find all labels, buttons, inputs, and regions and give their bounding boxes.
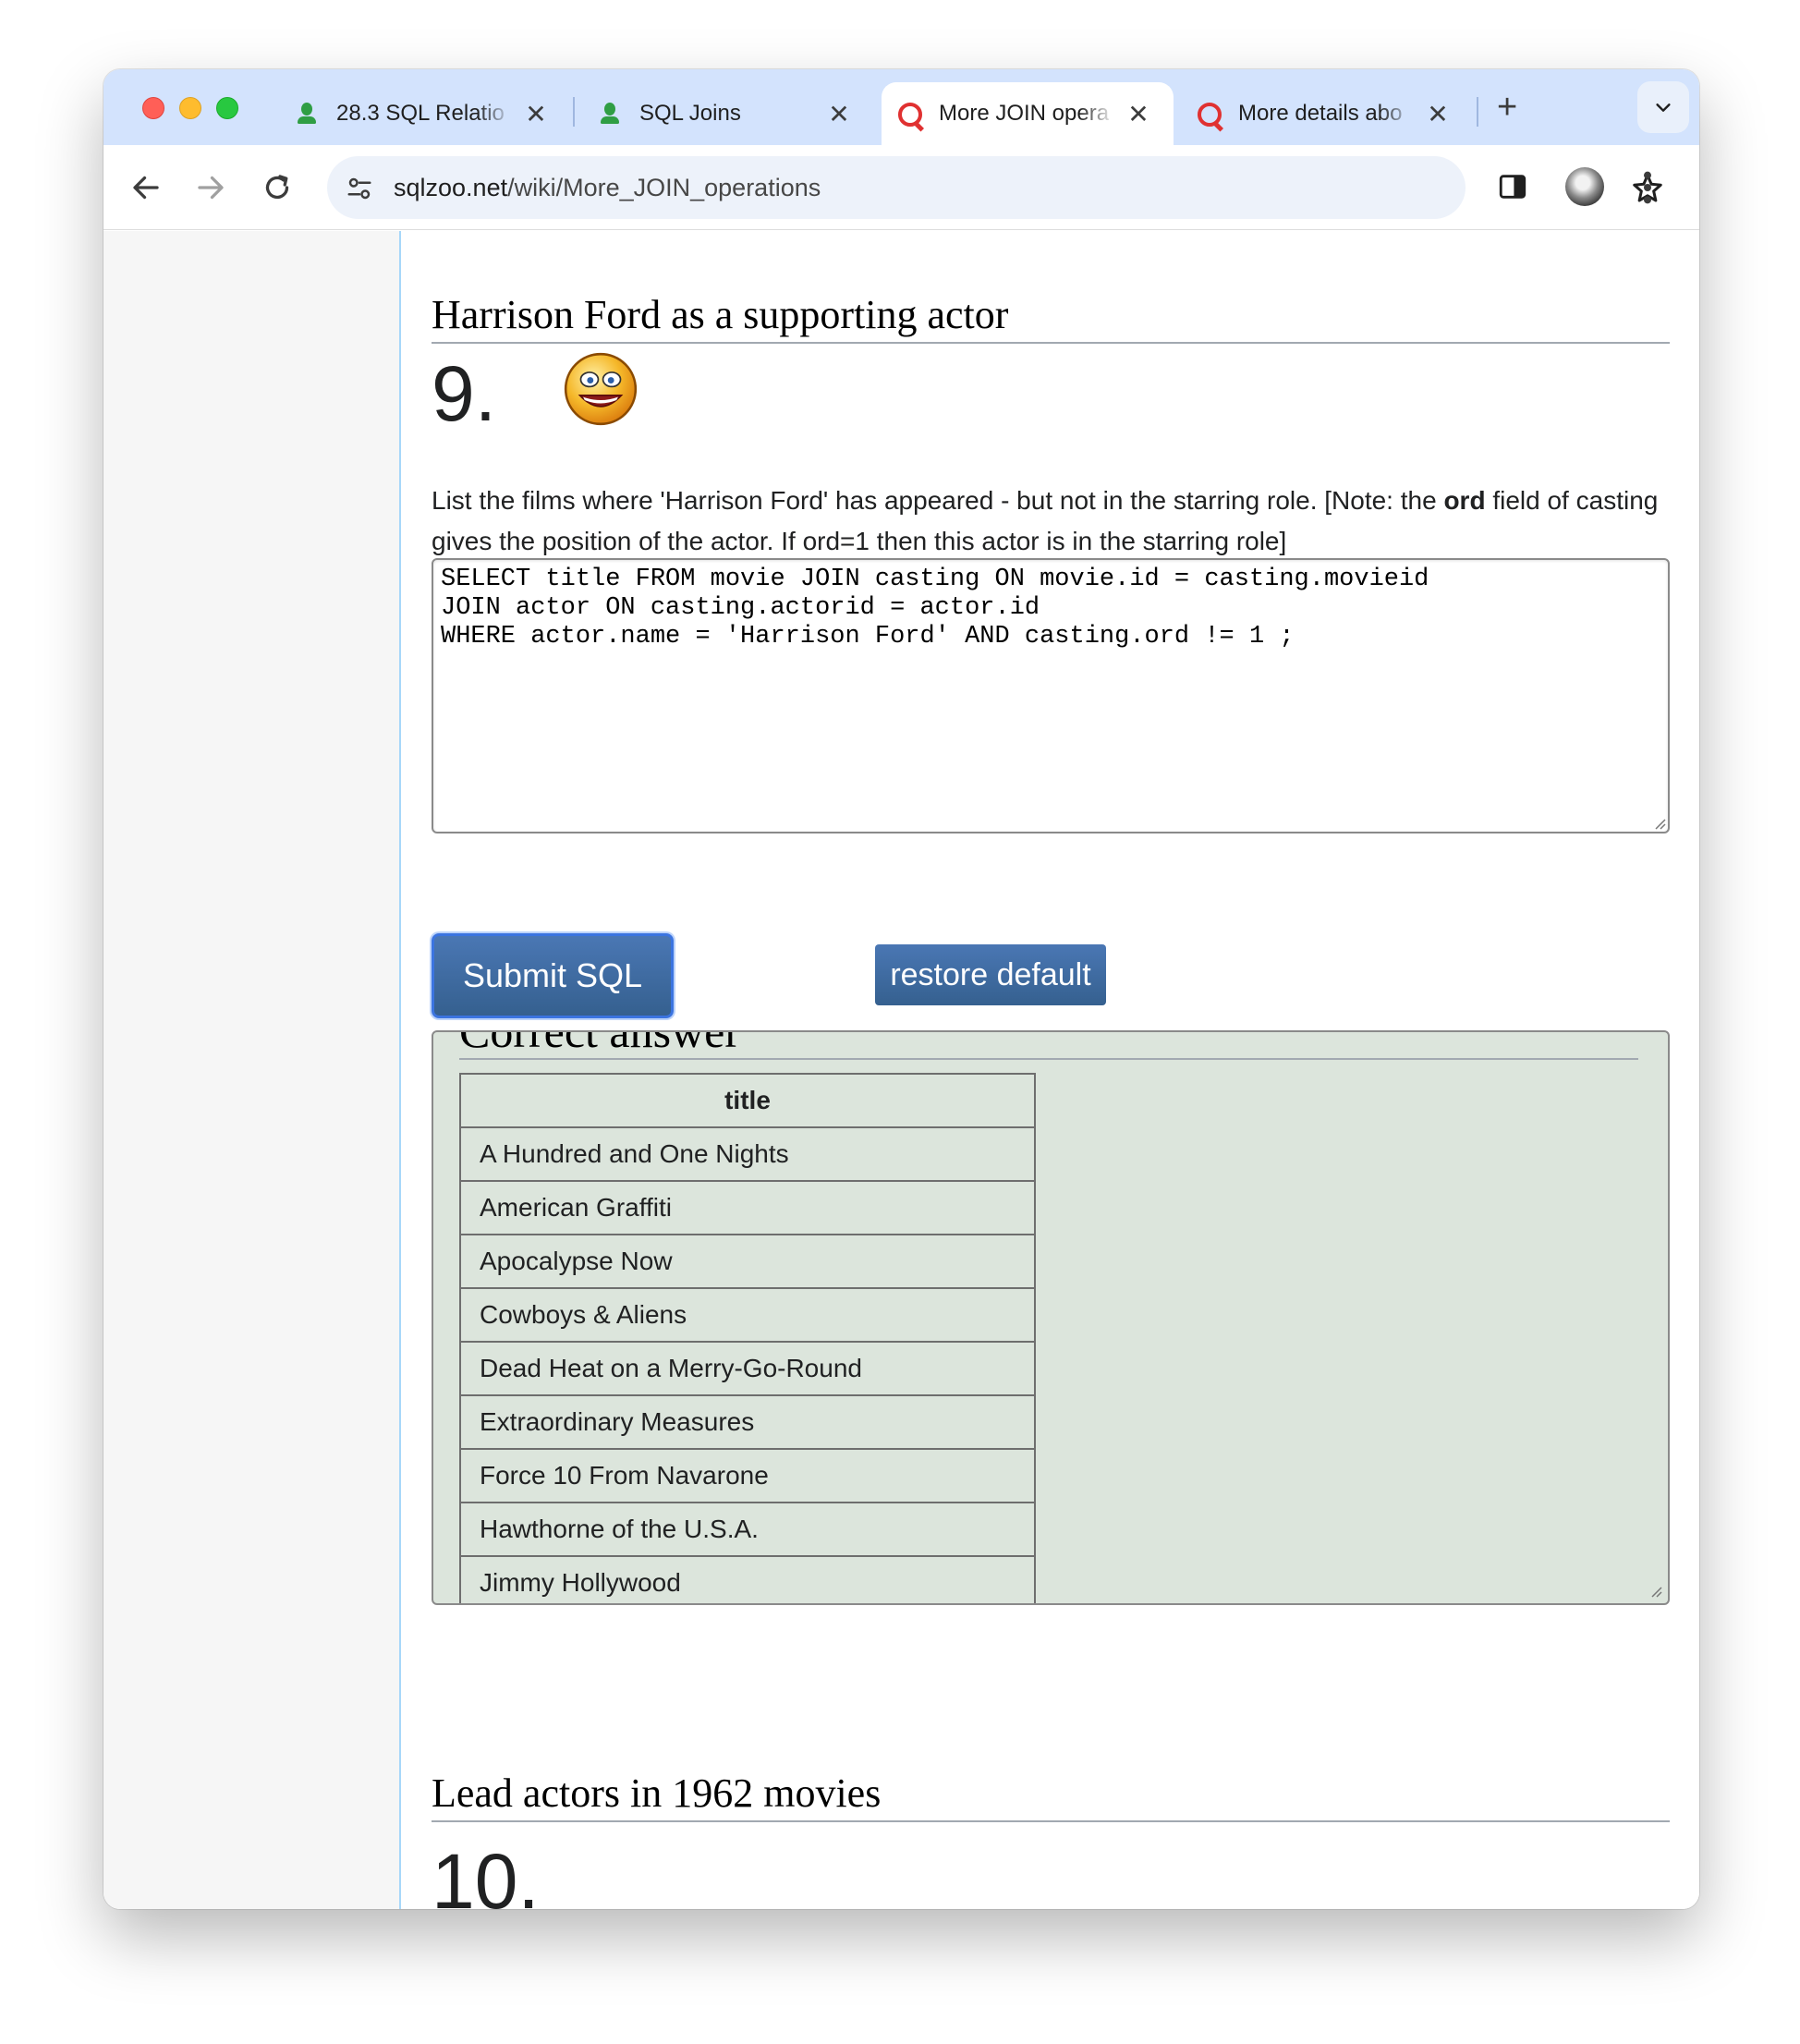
answer-panel[interactable]: Correct answer title A Hundred and One N… — [432, 1030, 1670, 1605]
tab-title: SQL Joins — [639, 101, 741, 126]
table-cell: A Hundred and One Nights — [459, 1126, 1036, 1182]
answer-title: Correct answer — [459, 1032, 1638, 1060]
table-row: Dead Heat on a Merry-Go-Round — [459, 1341, 1036, 1396]
url-path: /wiki/More_JOIN_operations — [507, 174, 821, 201]
red-magnifier-icon — [1198, 102, 1222, 127]
forward-arrow-icon[interactable] — [194, 171, 227, 204]
table-cell: American Graffiti — [459, 1180, 1036, 1235]
table-header-row: title — [459, 1073, 1036, 1128]
url-host: sqlzoo.net — [394, 174, 508, 201]
minimize-window-button[interactable] — [179, 97, 201, 119]
close-icon[interactable]: ✕ — [826, 99, 852, 129]
table-row: Apocalypse Now — [459, 1234, 1036, 1289]
table-row: Jimmy Hollywood — [459, 1555, 1036, 1603]
table-row: Force 10 From Navarone — [459, 1448, 1036, 1503]
table-cell: Extraordinary Measures — [459, 1394, 1036, 1450]
tab-28-3-sql-relations[interactable]: 28.3 SQL Relatio ✕ — [277, 82, 571, 145]
sql-editor[interactable]: SELECT title FROM movie JOIN casting ON … — [432, 558, 1670, 833]
side-panel-icon[interactable] — [1497, 171, 1528, 202]
profile-avatar[interactable] — [1565, 167, 1604, 206]
tab-separator — [1477, 97, 1478, 127]
table-cell: Force 10 From Navarone — [459, 1448, 1036, 1503]
close-icon[interactable]: ✕ — [523, 99, 549, 129]
close-icon[interactable]: ✕ — [1425, 99, 1451, 129]
table-row: A Hundred and One Nights — [459, 1126, 1036, 1182]
page-viewport: Harrison Ford as a supporting actor 9. L… — [103, 231, 1699, 1909]
back-arrow-icon[interactable] — [129, 171, 163, 204]
browser-window: 28.3 SQL Relatio ✕ SQL Joins ✕ More JOIN… — [103, 69, 1699, 1909]
close-window-button[interactable] — [142, 97, 164, 119]
reload-icon[interactable] — [261, 171, 294, 204]
more-menu-icon[interactable] — [1643, 169, 1652, 206]
tab-title: More JOIN opera — [939, 101, 1110, 126]
url-text[interactable]: sqlzoo.net/wiki/More_JOIN_operations — [394, 174, 821, 202]
table-row: Hawthorne of the U.S.A. — [459, 1502, 1036, 1557]
tab-more-join-operations[interactable]: More JOIN opera ✕ — [882, 82, 1174, 145]
tab-sql-joins[interactable]: SQL Joins ✕ — [580, 82, 874, 145]
submit-sql-button[interactable]: Submit SQL — [432, 933, 674, 1018]
question-10-number: 10. — [432, 1838, 540, 1909]
question-text-bold: ord — [1443, 486, 1486, 515]
red-magnifier-icon — [898, 102, 922, 127]
smiley-face-icon — [564, 352, 638, 426]
table-cell: Cowboys & Aliens — [459, 1287, 1036, 1343]
result-table: title A Hundred and One Nights American … — [459, 1073, 1036, 1603]
resize-grip-icon[interactable] — [1648, 1583, 1662, 1598]
tab-strip: 28.3 SQL Relatio ✕ SQL Joins ✕ More JOIN… — [103, 69, 1699, 145]
new-tab-button[interactable]: + — [1497, 88, 1517, 128]
address-bar[interactable]: sqlzoo.net/wiki/More_JOIN_operations — [327, 156, 1662, 219]
table-cell: Apocalypse Now — [459, 1234, 1036, 1289]
tab-more-details[interactable]: More details abo ✕ — [1181, 82, 1475, 145]
question-number: 9. — [432, 350, 497, 437]
table-cell: Jimmy Hollywood — [459, 1555, 1036, 1603]
table-row: American Graffiti — [459, 1180, 1036, 1235]
site-settings-icon[interactable] — [346, 175, 373, 202]
column-header-title: title — [459, 1073, 1036, 1128]
tab-separator — [573, 97, 575, 127]
green-person-icon — [597, 101, 623, 127]
table-cell: Hawthorne of the U.S.A. — [459, 1502, 1036, 1557]
tab-search-button[interactable] — [1637, 81, 1689, 133]
zoom-window-button[interactable] — [216, 97, 238, 119]
table-row: Cowboys & Aliens — [459, 1287, 1036, 1343]
left-sidebar — [103, 231, 401, 1909]
tab-title: 28.3 SQL Relatio — [336, 101, 505, 126]
green-person-icon — [294, 101, 320, 127]
section-heading-10: Lead actors in 1962 movies — [432, 1770, 1670, 1822]
table-cell: Dead Heat on a Merry-Go-Round — [459, 1341, 1036, 1396]
section-heading-9: Harrison Ford as a supporting actor — [432, 292, 1670, 344]
tab-title: More details abo — [1238, 101, 1403, 126]
browser-toolbar: sqlzoo.net/wiki/More_JOIN_operations — [103, 145, 1699, 230]
table-row: Extraordinary Measures — [459, 1394, 1036, 1450]
restore-default-button[interactable]: restore default — [875, 944, 1106, 1005]
chevron-down-icon — [1656, 103, 1671, 112]
question-text-part1: List the films where 'Harrison Ford' has… — [432, 486, 1444, 515]
close-icon[interactable]: ✕ — [1125, 99, 1151, 129]
resize-grip-icon[interactable] — [1651, 815, 1666, 830]
question-text: List the films where 'Harrison Ford' has… — [432, 481, 1670, 562]
